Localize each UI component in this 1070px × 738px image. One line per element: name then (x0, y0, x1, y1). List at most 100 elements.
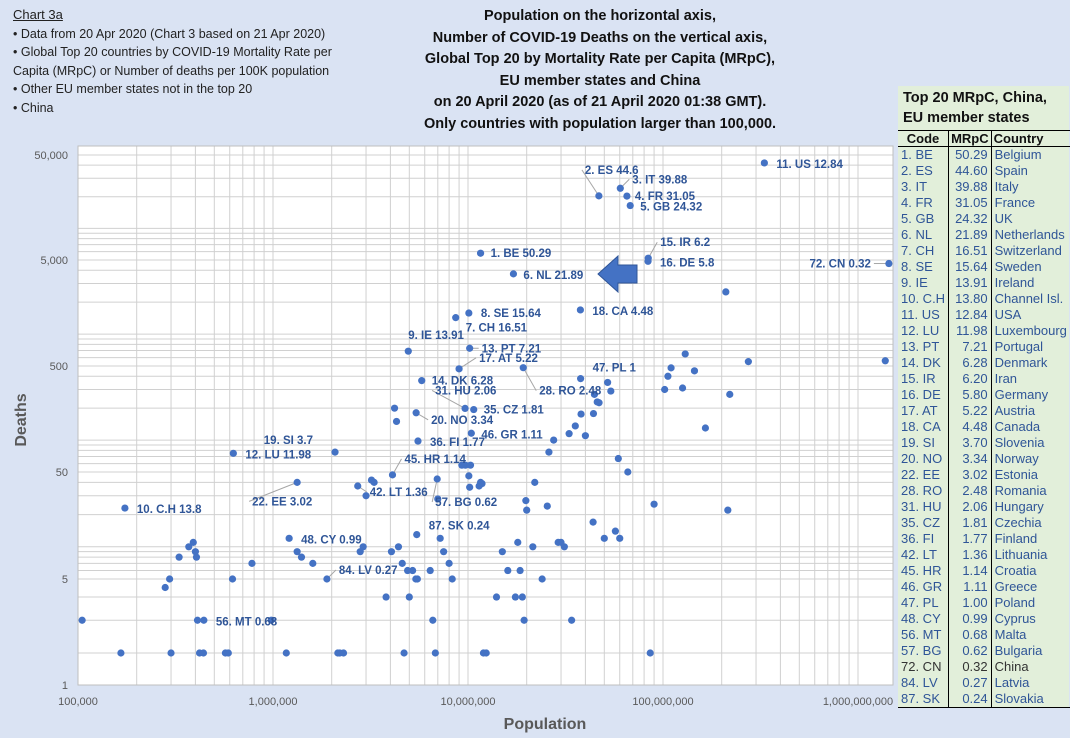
data-point (650, 500, 658, 508)
legend-row: 9. IE 13.91 Ireland (898, 275, 1070, 291)
row-country: Bulgaria (994, 643, 1043, 658)
row-country: Canada (994, 419, 1041, 434)
legend-row: 48. CY 0.99 Cyprus (898, 611, 1070, 627)
labeled-data-point (644, 257, 652, 265)
row-mrpc: 21.89 (948, 227, 992, 243)
row-mrpc: 5.22 (948, 403, 992, 419)
data-point (568, 616, 576, 624)
data-point (690, 367, 699, 375)
data-point (516, 566, 524, 575)
labeled-data-point (331, 448, 339, 456)
row-country: Sweden (994, 259, 1042, 274)
labeled-data-point (470, 405, 478, 414)
data-point (192, 553, 201, 561)
labeled-data-point (413, 530, 421, 539)
row-code: 42. LT (901, 547, 937, 562)
row-country: Hungary (994, 499, 1044, 514)
data-label: 17. AT 5.22 (479, 353, 538, 365)
row-code: 4. FR (901, 195, 933, 210)
row-code: 22. EE (901, 467, 941, 482)
data-point (465, 472, 473, 480)
data-label: 35. CZ 1.81 (484, 405, 545, 417)
row-mrpc: 24.32 (948, 211, 992, 227)
data-label: 48. CY 0.99 (301, 534, 362, 546)
y-tick-label: 5 (62, 574, 68, 586)
row-country: Finland (994, 531, 1038, 546)
row-code: 46. GR (901, 579, 943, 594)
data-point (577, 410, 585, 418)
data-point (614, 454, 622, 463)
row-country: Slovenia (994, 435, 1045, 450)
data-label: 2. ES 44.6 (585, 165, 639, 177)
legend-row: 7. CH 16.51 Switzerland (898, 243, 1070, 259)
row-country: Italy (994, 179, 1019, 194)
legend-row: 36. FI 1.77 Finland (898, 531, 1070, 547)
labeled-data-point (519, 364, 527, 372)
col-header-code: Code (898, 130, 950, 147)
data-point (607, 387, 615, 395)
legend-table: Top 20 MRpC, China, EU member states Cod… (898, 86, 1070, 708)
row-country: Luxembourg (994, 323, 1067, 338)
legend-row: 47. PL 1.00 Poland (898, 595, 1070, 611)
row-mrpc: 12.84 (948, 307, 992, 323)
labeled-data-point (200, 616, 208, 624)
x-tick-label: 1,000,000,000 (823, 696, 893, 708)
data-point (466, 461, 475, 469)
labeled-data-point (466, 344, 474, 352)
labeled-data-point (476, 249, 485, 257)
legend-title-line: Top 20 MRpC, China, (903, 90, 1047, 106)
legend-row: 14. DK 6.28 Denmark (898, 355, 1070, 371)
data-point (504, 566, 512, 575)
data-label: 16. DE 5.8 (660, 257, 715, 269)
data-point (409, 566, 417, 575)
legend-row: 4. FR 31.05 France (898, 195, 1070, 211)
col-header-mrpc: MRpC (948, 130, 992, 147)
legend-row: 11. US 12.84 USA (898, 307, 1070, 323)
data-label: 57. BG 0.62 (435, 497, 497, 509)
col-header-country: Country (991, 130, 1070, 147)
row-code: 1. BE (901, 147, 933, 162)
row-country: Croatia (994, 563, 1037, 578)
data-label: 36. FI 1.77 (430, 437, 485, 449)
row-country: Switzerland (994, 243, 1062, 258)
data-label: 8. SE 15.64 (481, 308, 542, 320)
legend-title-line: EU member states (903, 110, 1030, 126)
data-point (531, 478, 539, 486)
labeled-data-point (229, 449, 237, 457)
data-label: 9. IE 13.91 (408, 330, 464, 342)
x-tick-label: 100,000 (58, 696, 98, 708)
legend-row: 45. HR 1.14 Croatia (898, 563, 1070, 579)
data-point (161, 583, 169, 592)
row-mrpc: 1.14 (948, 563, 992, 579)
row-mrpc: 1.00 (948, 595, 992, 611)
legend-row: 18. CA 4.48 Canada (898, 419, 1070, 435)
legend-row: 6. NL 21.89 Netherlands (898, 227, 1070, 243)
labeled-data-point (285, 534, 293, 542)
legend-row: 3. IT 39.88 Italy (898, 179, 1070, 195)
data-point (664, 372, 672, 380)
data-label: 7. CH 16.51 (466, 323, 528, 335)
legend-row: 72. CN 0.32 China (898, 659, 1070, 675)
data-point (382, 593, 390, 601)
row-mrpc: 1.77 (948, 531, 992, 547)
data-point (550, 436, 558, 444)
row-country: Cyprus (994, 611, 1036, 626)
data-point (482, 649, 490, 657)
legend-title: Top 20 MRpC, China, EU member states (898, 86, 1069, 130)
row-country: Malta (994, 627, 1027, 642)
labeled-data-point (626, 201, 634, 210)
row-code: 45. HR (901, 563, 942, 578)
legend-row: 5. GB 24.32 UK (898, 211, 1070, 227)
data-point (387, 548, 396, 556)
row-code: 14. DK (901, 355, 941, 370)
data-point (511, 593, 519, 601)
y-tick-label: 1 (62, 680, 68, 692)
row-code: 87. SK (898, 691, 949, 708)
data-point (661, 385, 669, 394)
row-code: 2. ES (901, 163, 933, 178)
row-code: 3. IT (901, 179, 928, 194)
y-axis-title: Deaths (13, 393, 30, 446)
y-tick-label: 50,000 (34, 150, 68, 162)
data-point (595, 399, 603, 407)
x-tick-label: 1,000,000 (249, 696, 298, 708)
